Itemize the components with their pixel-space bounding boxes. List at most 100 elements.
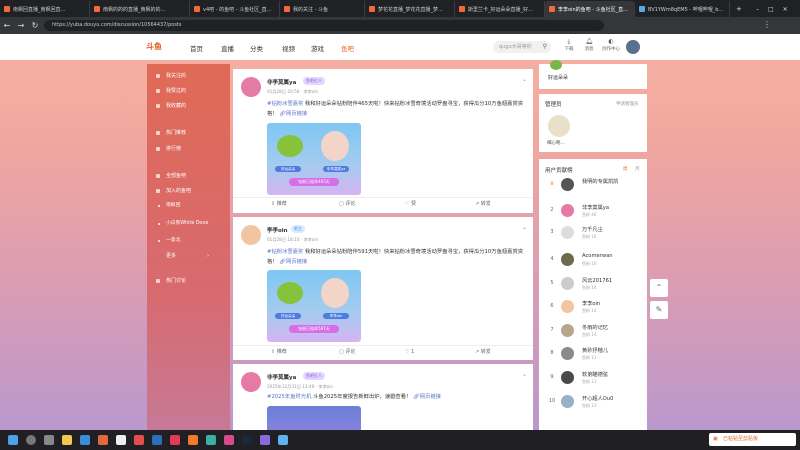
messages-button[interactable]: 🔔︎ 消息	[580, 38, 598, 52]
admin-avatar[interactable]	[548, 115, 570, 137]
menu-sub-item[interactable]: 一意北	[147, 236, 230, 246]
app-icon[interactable]	[188, 435, 198, 445]
edit-icon[interactable]: ✎	[650, 301, 668, 319]
comment-button[interactable]: ▢ 评论	[339, 199, 355, 209]
menu-more[interactable]: 更多 ›	[147, 250, 230, 262]
app-icon[interactable]	[278, 435, 288, 445]
post-avatar[interactable]	[241, 372, 261, 392]
board-row[interactable]: 5 风云201761 鱼粉 14	[539, 276, 647, 293]
board-row[interactable]: 2 非李莫属ya 鱼粉 46	[539, 203, 647, 220]
url-input[interactable]: https://yuba.douyu.com/discussion/105644…	[44, 20, 604, 31]
board-row[interactable]: ♛ 我明的专属凯凯	[539, 177, 647, 194]
tab-week[interactable]: 周	[623, 166, 628, 172]
scroll-top-icon[interactable]: ⌃	[650, 279, 668, 297]
menu-hot-discussion[interactable]: 热门讨论	[147, 275, 230, 287]
search-icon[interactable]: ⚲	[543, 41, 547, 53]
post-avatar[interactable]	[241, 77, 261, 97]
post-link[interactable]: 🔗︎网页链接	[413, 394, 441, 400]
minimize-icon[interactable]: –	[756, 6, 759, 13]
like-button[interactable]: ♡ 赞	[405, 199, 416, 209]
board-row[interactable]: 10 开心超人Ou0 鱼粉 13	[539, 394, 647, 411]
reload-icon[interactable]: ↻	[28, 21, 42, 30]
post-topic-tag[interactable]: #钻粉冰雪嘉奖	[267, 101, 303, 107]
comment-button[interactable]: ▢ 评论	[339, 347, 355, 357]
chevron-down-icon[interactable]: ⌄	[522, 224, 527, 231]
extensions-icon[interactable]: ⋮	[760, 20, 774, 29]
browser-tab[interactable]: v4吧 - 的鱼吧 - 斗鱼社区_直...	[190, 1, 280, 17]
post-topic-tag[interactable]: #钻粉冰雪嘉奖	[267, 249, 303, 255]
explorer-icon[interactable]	[62, 435, 72, 445]
app-icon[interactable]	[260, 435, 270, 445]
app-icon[interactable]	[134, 435, 144, 445]
menu-liked[interactable]: 我赞过的	[147, 85, 230, 97]
app-icon[interactable]	[170, 435, 180, 445]
start-icon[interactable]	[8, 435, 18, 445]
board-row[interactable]: 3 万千凡尘 鱼粉 16	[539, 225, 647, 242]
tab-month[interactable]: 月	[635, 166, 640, 172]
board-row[interactable]: 6 李李oin 鱼粉 14	[539, 299, 647, 316]
post-avatar[interactable]	[241, 225, 261, 245]
creator-center-button[interactable]: ◐ 创作中心	[600, 38, 622, 52]
app-icon[interactable]	[80, 435, 90, 445]
board-row[interactable]: 4 Acomerwan 鱼粉 16	[539, 252, 647, 269]
steam-icon[interactable]	[242, 435, 252, 445]
close-icon[interactable]: ✕	[783, 6, 788, 13]
nav-video[interactable]: 视频	[282, 43, 295, 53]
app-icon[interactable]	[206, 435, 216, 445]
post-image[interactable]: 好运朵朵 非李莫属ya 钻粉已陪伴465天	[267, 123, 361, 195]
menu-favorites[interactable]: 我收藏的	[147, 100, 230, 112]
menu-sub-item[interactable]: 小白熊White Dove	[147, 219, 230, 229]
app-icon[interactable]	[152, 435, 162, 445]
board-row[interactable]: 9 软弟瞄德弦 鱼粉 13	[539, 370, 647, 387]
app-icon[interactable]	[98, 435, 108, 445]
new-tab-icon[interactable]: +	[732, 1, 744, 17]
browser-tab[interactable]: 我的关注 - 斗鱼	[280, 1, 365, 17]
search-input[interactable]: qugu大哥等你 ⚲	[493, 41, 551, 53]
post-author[interactable]: 非李莫属ya	[267, 373, 296, 381]
nav-live[interactable]: 直播	[221, 43, 234, 53]
menu-all-yuba[interactable]: 全部鱼吧	[147, 170, 230, 182]
search-icon[interactable]	[26, 435, 36, 445]
post-author[interactable]: 李李oin	[267, 226, 288, 234]
post-author[interactable]: 非李莫属ya	[267, 78, 296, 86]
browser-tab[interactable]: 南枫的的的直播_南枫的的...	[90, 1, 190, 17]
menu-joined[interactable]: 加入的鱼吧	[147, 185, 230, 197]
streamer-avatar[interactable]	[550, 60, 562, 70]
forward-button[interactable]: ↗ 转发	[475, 347, 491, 357]
app-icon[interactable]	[116, 435, 126, 445]
nav-yuba[interactable]: 鱼吧	[341, 43, 354, 53]
browser-tab-active[interactable]: 李李oin的鱼吧 - 斗鱼社区_直...	[545, 1, 635, 17]
chevron-down-icon[interactable]: ⌄	[522, 371, 527, 378]
app-icon[interactable]	[224, 435, 234, 445]
maximize-icon[interactable]: □	[768, 6, 774, 13]
chevron-down-icon[interactable]: ⌄	[522, 76, 527, 83]
like-button[interactable]: ♡ 1	[405, 347, 414, 357]
post-topic-tag[interactable]: #2025年鱼时光机	[267, 394, 311, 400]
browser-tab[interactable]: 南枫回直播_南枫回直...	[0, 1, 90, 17]
forward-button[interactable]: ↗ 转发	[475, 199, 491, 209]
forward-icon[interactable]: →	[14, 21, 28, 30]
post-image[interactable]: 好运朵朵 李李oin 钻粉已陪伴591天	[267, 270, 361, 342]
board-row[interactable]: 7 冬雨的记忆 鱼粉 14	[539, 323, 647, 340]
post-link[interactable]: 🔗︎网页链接	[279, 111, 307, 117]
menu-ranking[interactable]: 排行榜	[147, 143, 230, 155]
nav-game[interactable]: 游戏	[311, 43, 324, 53]
board-row[interactable]: 8 黄砂抒楷儿 鱼粉 13	[539, 346, 647, 363]
post-link[interactable]: 🔗︎网页链接	[279, 259, 307, 265]
browser-tab[interactable]: 梦花花直播_梦花花直播_梦...	[365, 1, 455, 17]
user-avatar[interactable]	[626, 40, 640, 54]
menu-sub-item[interactable]: 南枫回	[147, 201, 230, 211]
streamer-name[interactable]: 好运朵朵	[548, 74, 568, 81]
menu-following[interactable]: 我关注的	[147, 70, 230, 82]
apply-admin-link[interactable]: 申请管理员	[616, 101, 639, 107]
nav-category[interactable]: 分类	[250, 43, 263, 53]
menu-hot[interactable]: 热门推荐	[147, 127, 230, 139]
back-icon[interactable]: ←	[0, 21, 14, 30]
site-logo[interactable]: 斗鱼	[146, 41, 162, 52]
recommend-button[interactable]: ⇪ 推荐	[271, 199, 287, 209]
clipboard-notification[interactable]: ▣ 已粘贴至剪贴板	[709, 433, 796, 446]
task-view-icon[interactable]	[44, 435, 54, 445]
browser-tab[interactable]: BV1YWm8qEM5 - 哔哩哔哩_b...	[635, 1, 730, 17]
browser-tab[interactable]: 斯里兰卡_好运朵朵直播_好...	[455, 1, 545, 17]
recommend-button[interactable]: ⇪ 推荐	[271, 347, 287, 357]
